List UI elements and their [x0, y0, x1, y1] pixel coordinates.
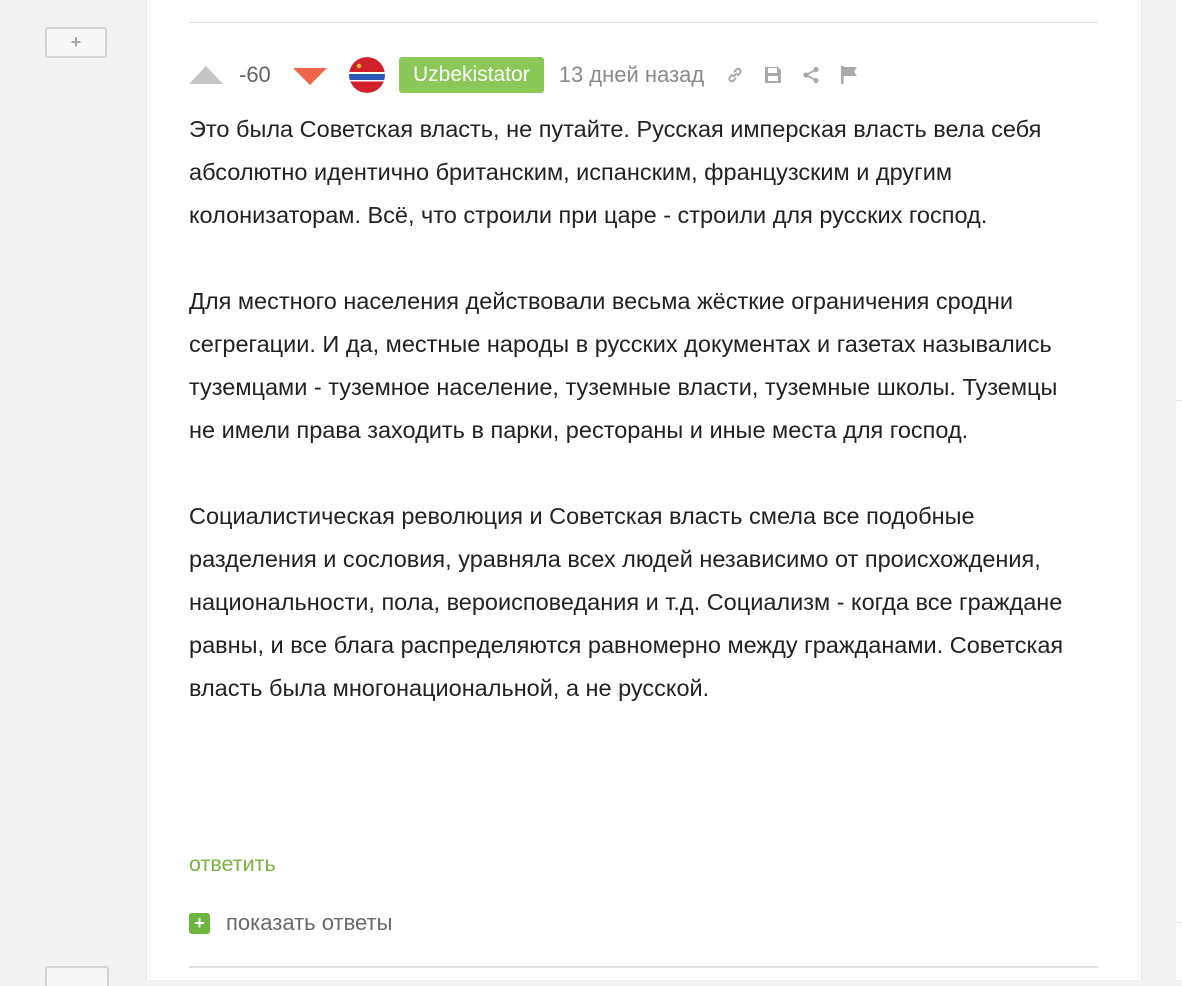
- save-icon[interactable]: [762, 64, 784, 86]
- avatar[interactable]: [349, 57, 385, 93]
- vote-up-icon[interactable]: [189, 64, 223, 86]
- comment-paragraph: Социалистическая революция и Советская в…: [189, 503, 1064, 701]
- comment-header: -60 Uzbekistator 13 дней назад: [189, 56, 860, 94]
- link-icon[interactable]: [724, 64, 746, 86]
- username-badge[interactable]: Uzbekistator: [399, 57, 544, 93]
- collapse-thread-button[interactable]: +: [45, 27, 107, 58]
- comment-timestamp[interactable]: 13 дней назад: [559, 62, 705, 88]
- thread-collapse-rail: +: [0, 0, 146, 986]
- comment-divider-bottom: [189, 966, 1098, 968]
- adjacent-panel-edge: [1176, 0, 1182, 980]
- expand-plus-icon[interactable]: +: [189, 912, 210, 934]
- comment-divider-top: [189, 22, 1098, 23]
- flag-icon[interactable]: [838, 64, 860, 86]
- share-icon[interactable]: [800, 64, 822, 86]
- comment-rating: -60: [239, 62, 271, 87]
- comment-body: Это была Советская власть, не путайте. Р…: [189, 108, 1089, 710]
- collapse-thread-button-next[interactable]: [45, 966, 109, 986]
- comment-paragraph: Для местного населения действовали весьм…: [189, 288, 1058, 443]
- reply-link[interactable]: ответить: [189, 852, 276, 877]
- comment-paragraph: Это была Советская власть, не путайте. Р…: [189, 116, 1042, 228]
- vote-down-icon[interactable]: [291, 64, 329, 86]
- adjacent-panel-line: [1176, 922, 1182, 923]
- show-replies-label[interactable]: показать ответы: [226, 910, 392, 936]
- adjacent-panel-line: [1176, 400, 1182, 401]
- show-replies-button[interactable]: + показать ответы: [189, 910, 392, 936]
